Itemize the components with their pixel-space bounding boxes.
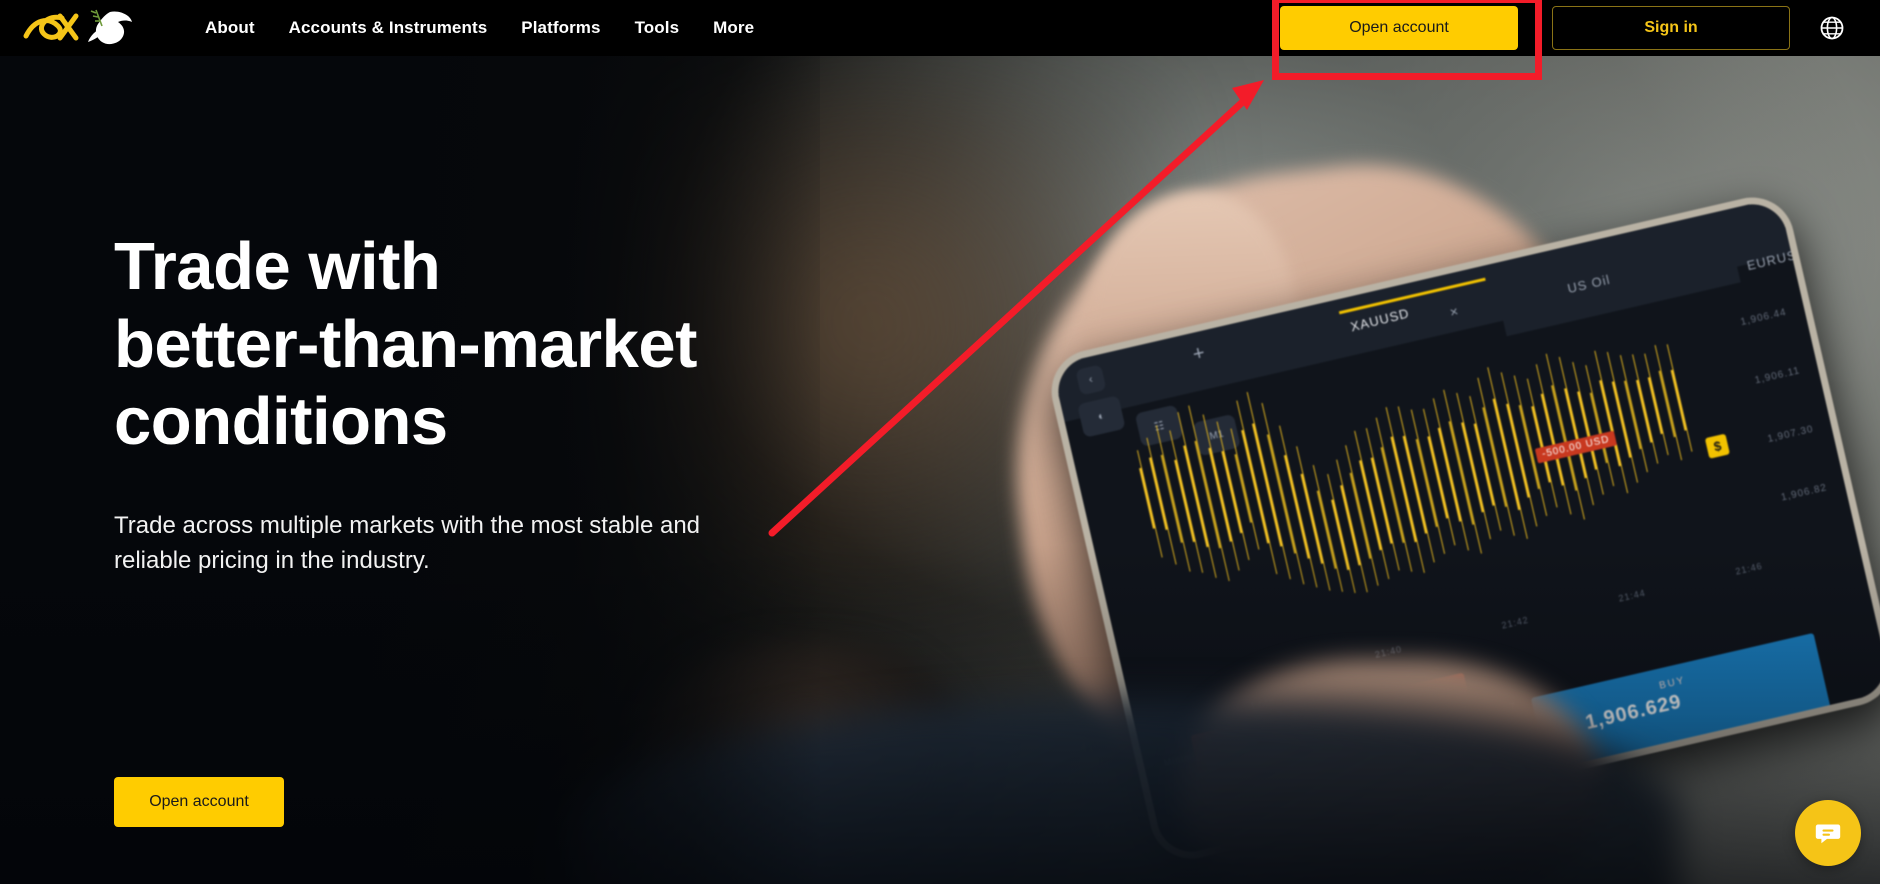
sign-in-button[interactable]: Sign in [1552, 6, 1790, 50]
hero-text-block: Trade with better-than-market conditions… [114, 228, 854, 578]
fx-dove-logo[interactable] [18, 2, 138, 54]
header-open-account-button[interactable]: Open account [1280, 6, 1518, 50]
page-title: Trade with better-than-market conditions [114, 228, 854, 461]
nav-item-platforms[interactable]: Platforms [521, 18, 600, 38]
main-navigation: About Accounts & Instruments Platforms T… [205, 0, 754, 56]
chat-bubble-icon [1815, 824, 1841, 844]
hero-heading-line-1: Trade with [114, 229, 441, 304]
hero-heading-line-2: better-than-market [114, 306, 697, 382]
nav-item-accounts-instruments[interactable]: Accounts & Instruments [289, 18, 488, 38]
bottom-vignette [0, 544, 1880, 884]
nav-item-more[interactable]: More [713, 18, 754, 38]
nav-item-about[interactable]: About [205, 18, 255, 38]
page-root: ‹ + ◐ ☷ M1 XAUUSD × US Oil EURUSD 1,906.… [0, 0, 1880, 884]
hero-open-account-button[interactable]: Open account [114, 777, 284, 827]
hero-subtitle: Trade across multiple markets with the m… [114, 512, 701, 574]
globe-icon[interactable] [1819, 15, 1845, 41]
nav-item-tools[interactable]: Tools [635, 18, 680, 38]
site-header: About Accounts & Instruments Platforms T… [0, 0, 1880, 56]
hero-heading-line-3: conditions [114, 384, 448, 460]
chat-widget-button[interactable] [1795, 800, 1861, 866]
